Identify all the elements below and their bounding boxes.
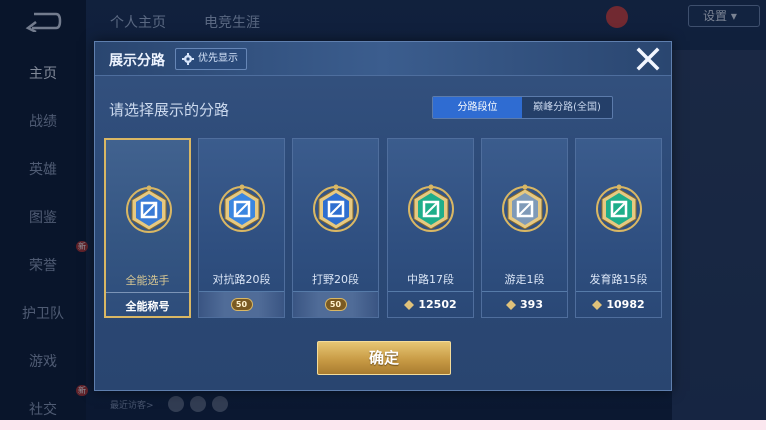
lane-card-footer: 12502 [388,291,473,317]
lane-card-name: 打野20段 [312,273,359,286]
lane-card-list: 全能选手 全能称号 对抗路20段 50 打野20段 50 中路17段 12502 游走1段 393… [104,138,664,318]
lane-score: 10982 [606,298,645,311]
lane-card-name: 对抗路20段 [212,273,271,286]
roam-emblem-icon [502,184,548,232]
tab-peak-lane[interactable]: 巅峰分路(全国) [522,97,612,118]
lane-card[interactable]: 游走1段 393 [481,138,568,318]
priority-display-label: 优先显示 [198,53,238,64]
mid-lane-emblem-icon [408,184,454,232]
lane-card-footer: 全能称号 [106,292,189,318]
lane-card-footer: 393 [482,291,567,317]
dialog-title: 展示分路 [109,53,165,69]
priority-display-button[interactable]: 优先显示 [175,48,247,70]
confirm-button[interactable]: 确定 [317,341,451,375]
allround-emblem-icon [126,185,172,233]
clash-lane-emblem-icon [219,184,265,232]
farm-lane-emblem-icon [596,184,642,232]
lane-card-footer: 10982 [576,291,661,317]
close-icon[interactable] [633,44,663,74]
lane-card[interactable]: 全能选手 全能称号 [104,138,191,318]
lane-display-dialog: 展示分路 优先显示 请选择展示的分路 分路段位 巅峰分路(全国) 全能选手全能称… [94,41,672,391]
lane-mode-segmented-control: 分路段位 巅峰分路(全国) [432,96,613,119]
score-icon [506,299,517,310]
lane-card[interactable]: 打野20段 50 [292,138,379,318]
rank-badge: 50 [324,298,347,311]
lane-score: 12502 [418,298,457,311]
bottom-strip [0,420,766,430]
lane-card-footer: 50 [293,291,378,317]
lane-card-name: 全能选手 [125,274,170,287]
gear-icon [182,53,194,65]
dialog-subtitle: 请选择展示的分路 [109,101,230,119]
lane-card[interactable]: 对抗路20段 50 [198,138,285,318]
jungle-emblem-icon [313,184,359,232]
score-icon [404,299,415,310]
lane-card-name: 中路17段 [407,273,454,286]
lane-card[interactable]: 发育路15段 10982 [575,138,662,318]
lane-card-name: 发育路15段 [589,273,648,286]
lane-card-name: 游走1段 [504,273,545,286]
dialog-header: 展示分路 优先显示 [95,42,671,76]
title-label: 全能称号 [125,299,170,313]
tab-lane-rank[interactable]: 分路段位 [433,97,522,118]
rank-badge: 50 [230,298,253,311]
score-icon [592,299,603,310]
lane-card[interactable]: 中路17段 12502 [387,138,474,318]
lane-card-footer: 50 [199,291,284,317]
lane-score: 393 [520,298,543,311]
